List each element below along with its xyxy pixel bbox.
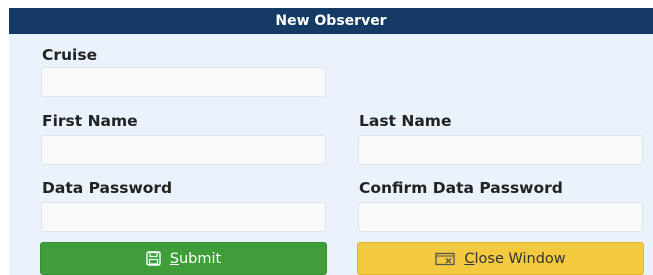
close-window-icon	[435, 252, 456, 266]
data-password-label: Data Password	[42, 179, 173, 197]
cruise-label: Cruise	[42, 46, 98, 64]
close-window-button-label: Close Window	[464, 250, 566, 267]
data-password-input[interactable]	[41, 202, 326, 232]
first-name-label: First Name	[42, 112, 138, 130]
submit-button[interactable]: Submit	[40, 242, 327, 275]
cruise-input[interactable]	[41, 67, 326, 97]
last-name-label: Last Name	[359, 112, 452, 130]
new-observer-window: New Observer Cruise First Name Last Name…	[9, 8, 653, 275]
window-title: New Observer	[9, 8, 653, 34]
confirm-data-password-label: Confirm Data Password	[359, 179, 563, 197]
close-window-button[interactable]: Close Window	[357, 242, 644, 275]
last-name-input[interactable]	[358, 135, 643, 165]
save-icon	[146, 251, 161, 266]
confirm-data-password-input[interactable]	[358, 202, 643, 232]
submit-button-label: Submit	[169, 250, 222, 267]
first-name-input[interactable]	[41, 135, 326, 165]
